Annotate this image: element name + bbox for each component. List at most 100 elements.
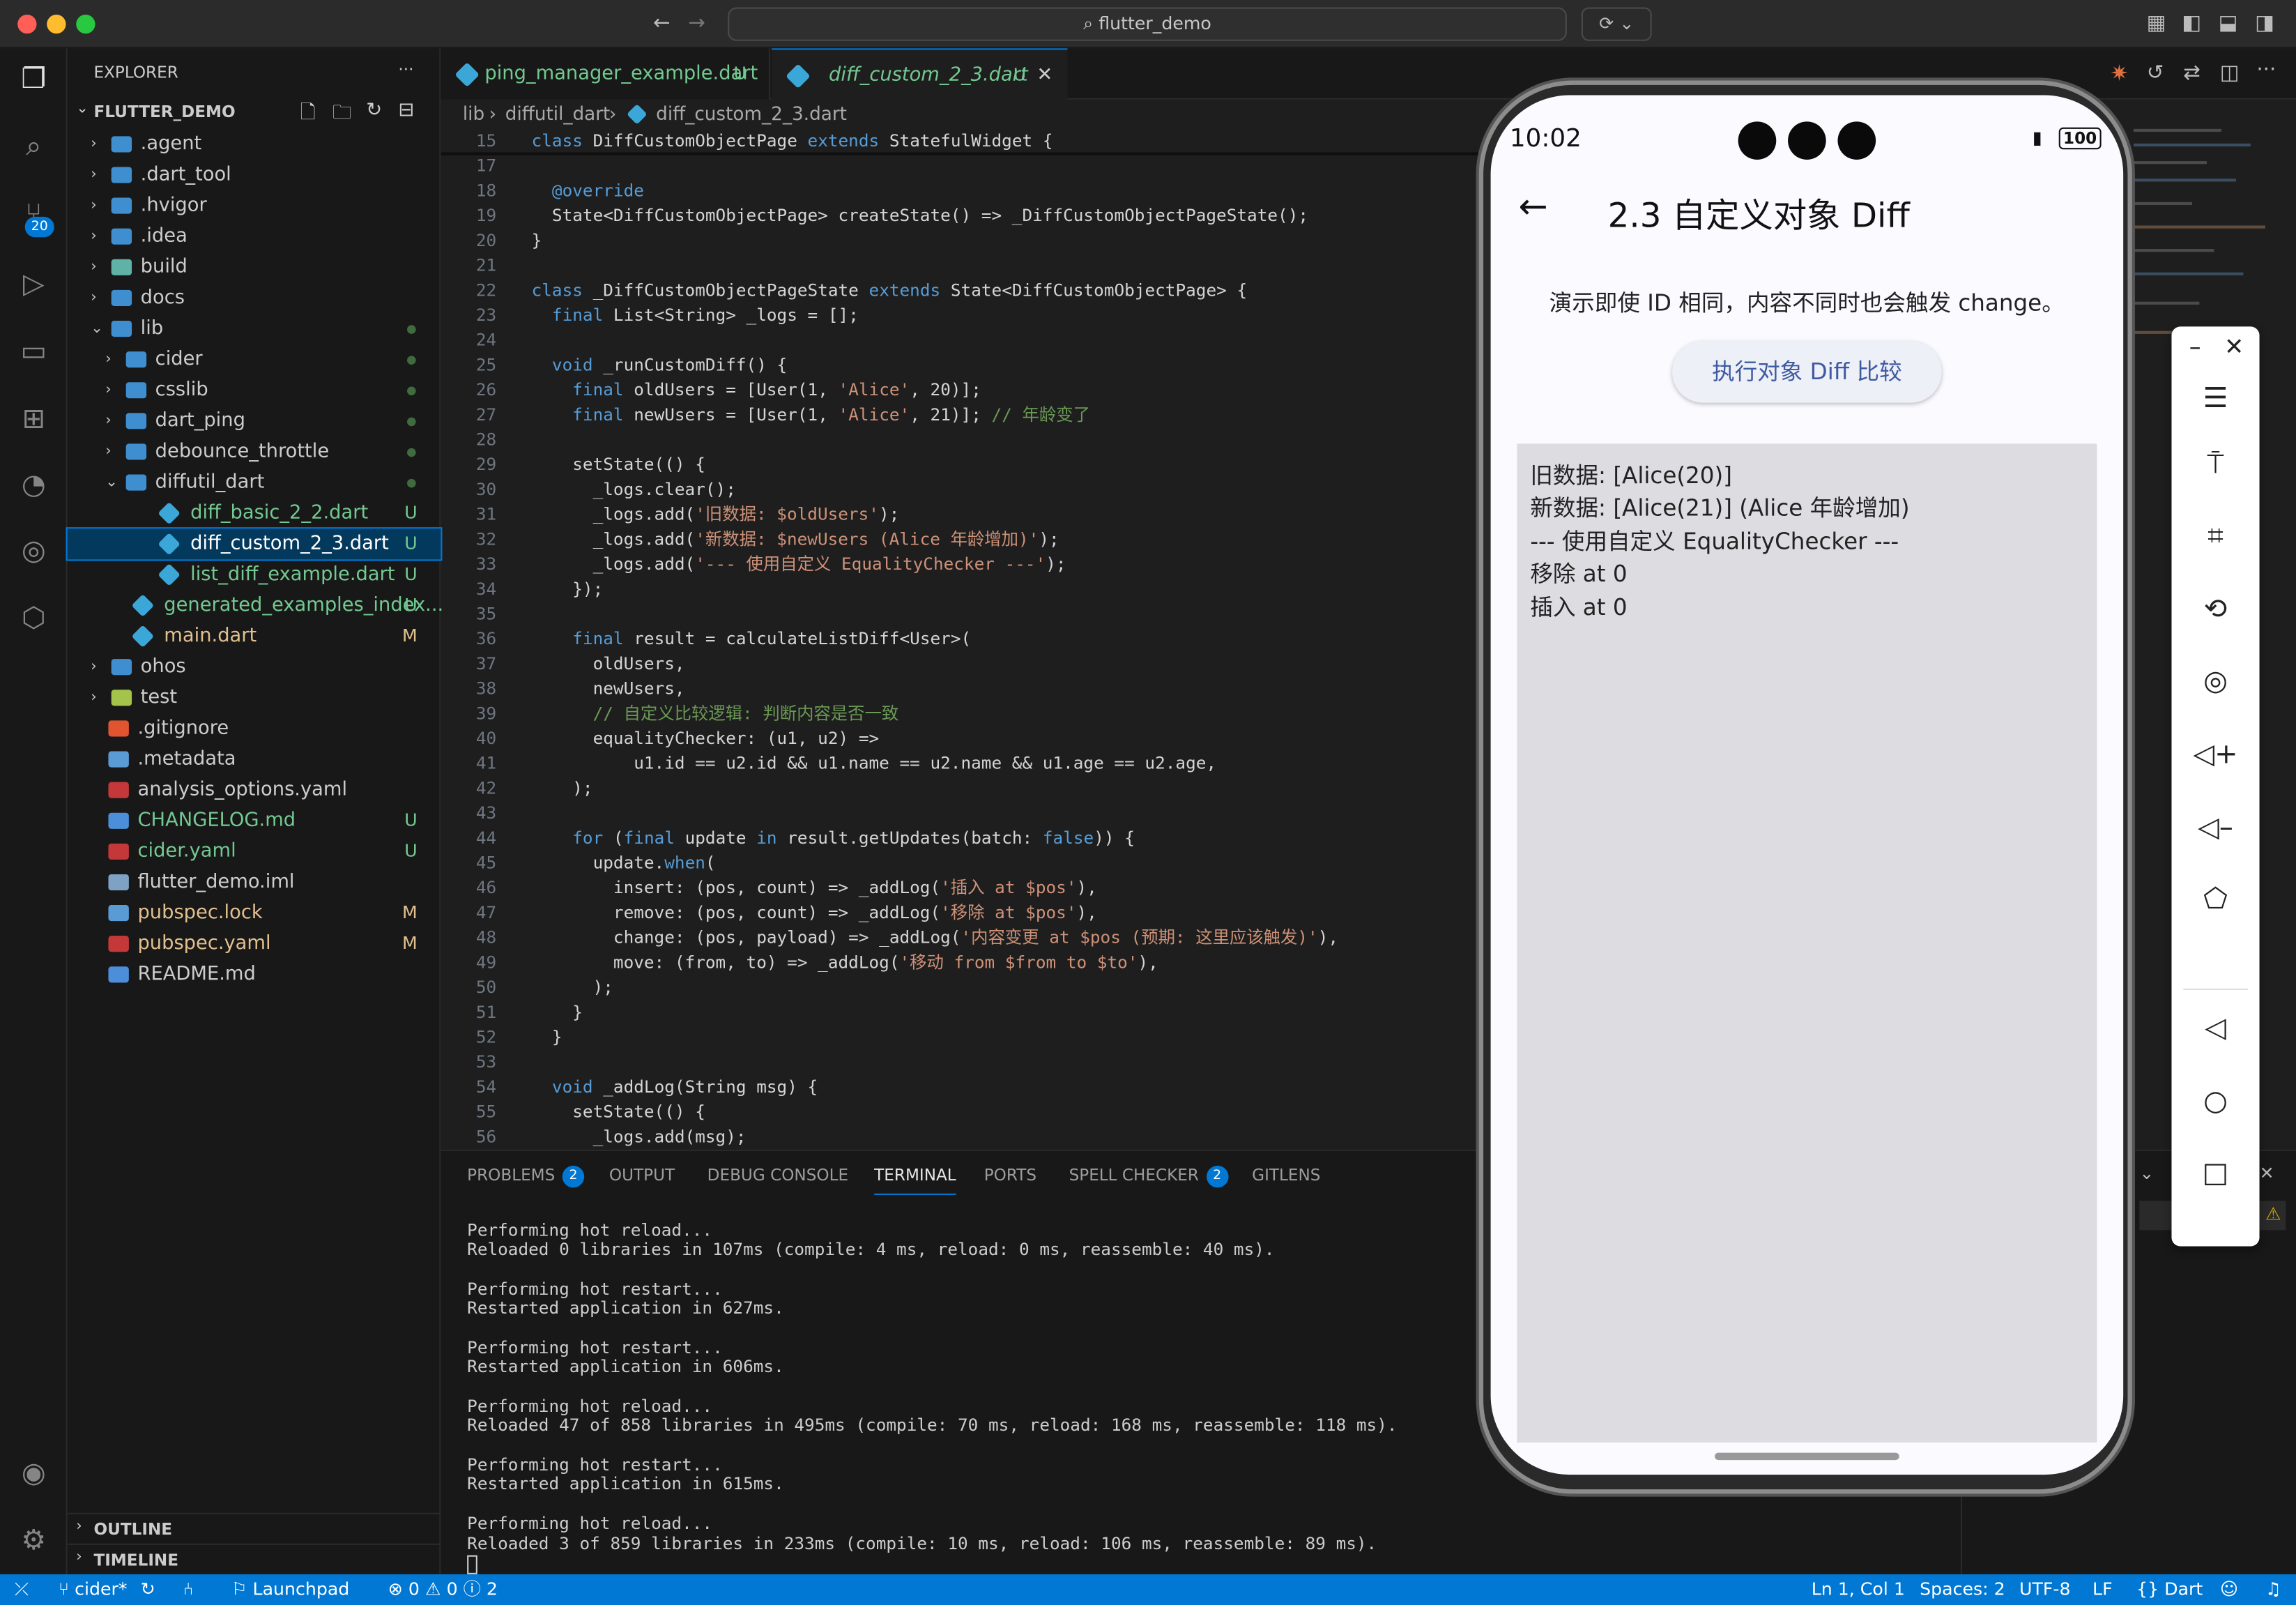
collapse-all-icon[interactable]: ⊟ bbox=[398, 100, 414, 122]
remote-icon[interactable]: ⤫ bbox=[15, 1574, 29, 1605]
forward-arrow-icon[interactable]: → bbox=[688, 12, 705, 36]
tree-item[interactable]: ⌄ lib bbox=[68, 313, 441, 344]
tree-item[interactable]: ⌄ diffutil_dart bbox=[68, 467, 441, 498]
terminal-output[interactable]: Performing hot reload... Reloaded 0 libr… bbox=[467, 1220, 1397, 1553]
copilot-icon[interactable]: ☺ bbox=[2220, 1574, 2238, 1605]
toggle-secondary-sidebar-icon[interactable]: ◨ bbox=[2255, 12, 2274, 36]
layout-customize-icon[interactable]: ▦ bbox=[2147, 12, 2166, 36]
tree-item[interactable]: CHANGELOG.md U bbox=[68, 805, 441, 836]
toggle-sidebar-icon[interactable]: ◧ bbox=[2182, 12, 2201, 36]
eraser-icon[interactable]: ⬠ bbox=[2171, 883, 2259, 915]
back-arrow-icon[interactable]: ← bbox=[1519, 186, 1548, 227]
close-icon[interactable]: ✕ bbox=[1036, 50, 1053, 101]
git-graph-icon[interactable]: ◔ bbox=[15, 466, 53, 504]
panel-tab[interactable]: GITLENS bbox=[1252, 1166, 1320, 1185]
nav-home-icon[interactable]: ○ bbox=[2171, 1085, 2259, 1117]
tree-item[interactable]: diff_custom_2_3.dart U bbox=[66, 527, 443, 561]
crop-icon[interactable]: ⌗ bbox=[2171, 520, 2259, 552]
tree-item[interactable]: › .hvigor bbox=[68, 190, 441, 221]
tree-item[interactable]: › ohos bbox=[68, 652, 441, 683]
remote-explorer-icon[interactable]: ▭ bbox=[15, 333, 53, 371]
tree-item[interactable]: diff_basic_2_2.dart U bbox=[68, 498, 441, 528]
pin-top-icon[interactable]: ⍑ bbox=[2171, 448, 2259, 480]
screenshot-icon[interactable]: ◎ bbox=[2171, 665, 2259, 697]
tree-item[interactable]: › test bbox=[68, 683, 441, 713]
encoding[interactable]: UTF-8 bbox=[2019, 1574, 2070, 1605]
tree-item[interactable]: › dart_ping bbox=[68, 406, 441, 436]
nav-back-icon[interactable]: ◁ bbox=[2171, 1012, 2259, 1044]
toggle-panel-icon[interactable]: ⬓ bbox=[2219, 12, 2238, 36]
history-icon[interactable]: ↺ bbox=[2147, 61, 2164, 85]
sync-icon[interactable]: ↻ bbox=[141, 1574, 155, 1605]
nav-recents-icon[interactable]: □ bbox=[2171, 1157, 2259, 1189]
command-center-search[interactable]: ⌕ flutter_demo bbox=[728, 7, 1567, 41]
more-actions-icon[interactable]: ··· bbox=[2256, 59, 2276, 82]
minimize-icon[interactable]: – bbox=[2189, 333, 2201, 360]
panel-tab[interactable]: DEBUG CONSOLE bbox=[707, 1166, 848, 1185]
timeline-section[interactable]: › TIMELINE bbox=[67, 1543, 441, 1574]
tree-item[interactable]: › csslib bbox=[68, 375, 441, 406]
tree-item[interactable]: .gitignore bbox=[68, 713, 441, 744]
split-editor-icon[interactable]: ◫ bbox=[2220, 61, 2240, 85]
panel-tab[interactable]: PROBLEMS 2 bbox=[467, 1165, 585, 1188]
explorer-icon[interactable]: ❐ bbox=[15, 60, 53, 98]
panel-tab[interactable]: SPELL CHECKER 2 bbox=[1069, 1165, 1228, 1188]
package-icon[interactable]: ⬡ bbox=[15, 599, 53, 637]
volume-down-icon[interactable]: ◁– bbox=[2171, 812, 2259, 844]
tree-item[interactable]: pubspec.lock M bbox=[68, 898, 441, 929]
tab-diff-custom[interactable]: diff_custom_2_3.dart U ✕ bbox=[772, 48, 1068, 101]
back-arrow-icon[interactable]: ← bbox=[653, 12, 671, 36]
code-editor[interactable]: 15 class DiffCustomObjectPage extends Sta… bbox=[441, 129, 1480, 1150]
zoom-window-button[interactable] bbox=[76, 15, 95, 34]
tree-item[interactable]: › debounce_throttle bbox=[68, 436, 441, 467]
gear-icon[interactable]: ⚙ bbox=[15, 1521, 53, 1560]
refresh-icon[interactable]: ↻ bbox=[366, 100, 382, 122]
volume-up-icon[interactable]: ◁+ bbox=[2171, 738, 2259, 770]
breadcrumb-item[interactable]: diffutil_dart bbox=[505, 100, 611, 129]
close-panel-icon[interactable]: ✕ bbox=[2260, 1163, 2274, 1183]
menu-icon[interactable]: ☰ bbox=[2171, 382, 2259, 414]
gitlens-icon[interactable]: ◎ bbox=[15, 531, 53, 570]
run-debug-icon[interactable]: ▷ bbox=[15, 265, 53, 303]
search-icon[interactable]: ⌕ bbox=[15, 128, 53, 166]
panel-tab[interactable]: OUTPUT bbox=[609, 1166, 675, 1185]
launchpad-status[interactable]: ⚐ Launchpad bbox=[231, 1574, 349, 1605]
close-window-button[interactable] bbox=[17, 15, 37, 34]
tree-item[interactable]: flutter_demo.iml bbox=[68, 867, 441, 897]
branch-status[interactable]: ⑂ cider* bbox=[59, 1574, 128, 1605]
language-mode[interactable]: {} Dart bbox=[2136, 1574, 2203, 1605]
copilot-menu-button[interactable]: ⟳ ⌄ bbox=[1581, 7, 1652, 41]
tree-item[interactable]: analysis_options.yaml bbox=[68, 775, 441, 805]
tree-item[interactable]: › .idea bbox=[68, 221, 441, 252]
tab-ping-manager[interactable]: ping_manager_example.dart U bbox=[441, 48, 771, 100]
line-ending[interactable]: LF bbox=[2092, 1574, 2113, 1605]
tree-item[interactable]: pubspec.yaml M bbox=[68, 929, 441, 959]
new-file-icon[interactable]: 🗋 bbox=[300, 100, 316, 132]
panel-tab[interactable]: TERMINAL bbox=[874, 1166, 956, 1195]
tree-item[interactable]: cider.yaml U bbox=[68, 836, 441, 867]
problems-status[interactable]: ⊗ 0 ⚠ 0 ⓘ 2 bbox=[388, 1574, 498, 1605]
tree-item[interactable]: › build bbox=[68, 252, 441, 282]
tree-item[interactable]: README.md bbox=[68, 959, 441, 990]
close-icon[interactable]: ✕ bbox=[2224, 333, 2244, 360]
bell-icon[interactable]: ♫ bbox=[2265, 1574, 2281, 1605]
cursor-position[interactable]: Ln 1, Col 1 bbox=[1812, 1574, 1905, 1605]
compare-changes-icon[interactable]: ⇄ bbox=[2183, 61, 2201, 85]
indentation[interactable]: Spaces: 2 bbox=[1920, 1574, 2005, 1605]
extensions-icon[interactable]: ⊞ bbox=[15, 400, 53, 438]
panel-tab[interactable]: PORTS bbox=[984, 1166, 1036, 1185]
tree-item[interactable]: › docs bbox=[68, 282, 441, 313]
chevron-down-icon[interactable]: ⌄ bbox=[2139, 1163, 2154, 1183]
tree-item[interactable]: › cider bbox=[68, 344, 441, 375]
minimize-window-button[interactable] bbox=[47, 15, 66, 34]
tree-item[interactable]: › .dart_tool bbox=[68, 160, 441, 190]
flutter-reload-icon[interactable]: ✷ bbox=[2110, 60, 2128, 86]
tree-item[interactable]: list_diff_example.dart U bbox=[68, 559, 441, 590]
tree-item[interactable]: › .agent bbox=[68, 129, 441, 160]
tree-item[interactable]: main.dart M bbox=[68, 621, 441, 652]
home-indicator[interactable] bbox=[1715, 1452, 1899, 1461]
new-folder-icon[interactable]: 🗀 bbox=[332, 100, 351, 132]
git-graph-icon[interactable]: ⑃ bbox=[183, 1574, 194, 1605]
breadcrumb-item[interactable]: lib bbox=[463, 100, 484, 129]
rotate-icon[interactable]: ⟲ bbox=[2171, 593, 2259, 625]
